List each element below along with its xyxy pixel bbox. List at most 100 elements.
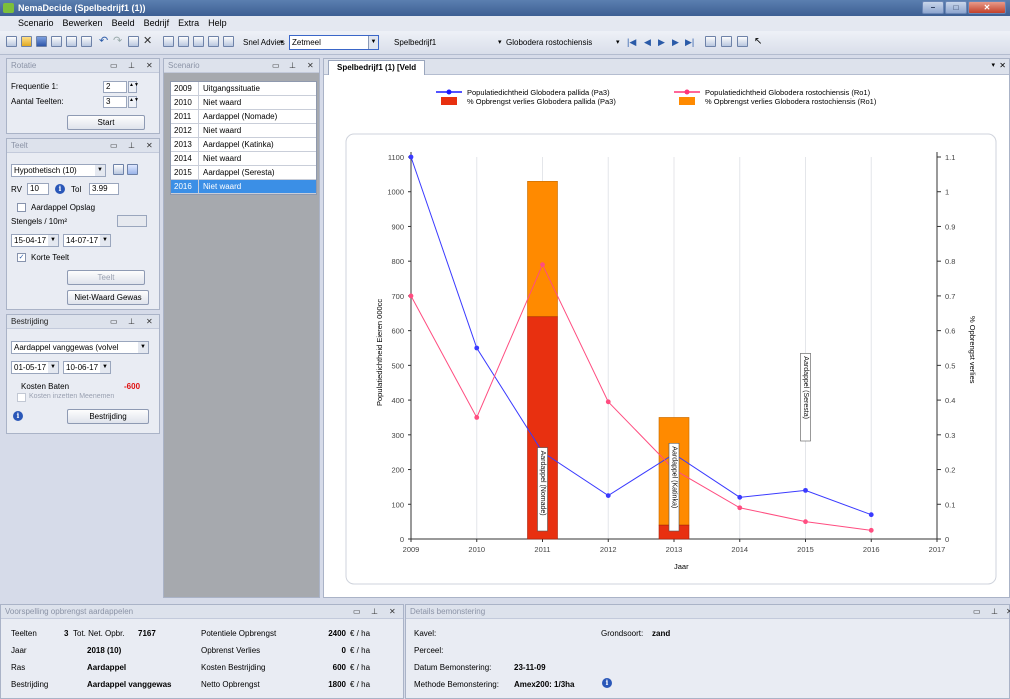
close-icon[interactable]: ✕ (999, 61, 1006, 70)
bar-chart-icon[interactable] (208, 36, 219, 47)
frequentie-input[interactable]: 2 (103, 81, 127, 93)
tol-input[interactable]: 3.99 (89, 183, 119, 195)
table-icon[interactable] (163, 36, 174, 47)
redo-icon[interactable]: ↷ (113, 34, 124, 47)
import-icon[interactable] (178, 36, 189, 47)
tab-list-icon[interactable]: ▾ (991, 61, 995, 69)
teelt-start-date[interactable]: 15-04-17 ▼ (11, 234, 59, 247)
close-button[interactable]: ✕ (968, 1, 1006, 14)
korte-teelt-checkbox[interactable]: ✓ (17, 253, 26, 262)
float-icon[interactable]: ▭ (110, 139, 118, 153)
delete-icon[interactable]: ✕ (143, 34, 154, 47)
chevron-down-icon[interactable]: ▾ (498, 38, 502, 46)
snel-advies-select[interactable]: Zetmeel ▼ (289, 35, 379, 50)
species-select[interactable]: Globodera rostochiensis (506, 38, 592, 47)
print-icon[interactable] (51, 36, 62, 47)
new-icon[interactable] (6, 36, 17, 47)
meenemen-checkbox[interactable] (17, 393, 26, 402)
chart-icon[interactable] (81, 36, 92, 47)
line-chart-icon[interactable] (193, 36, 204, 47)
bestrijding-end-date[interactable]: 10-06-17 ▼ (63, 361, 111, 374)
edit-icon[interactable] (705, 36, 716, 47)
report-icon[interactable] (721, 36, 732, 47)
menu-bedrijf[interactable]: Bedrijf (144, 16, 170, 31)
scenario-row[interactable]: 2012 Niet waard (171, 124, 316, 138)
pin-icon[interactable]: ⊥ (128, 315, 135, 329)
bestrijding-start-date[interactable]: 01-05-17 ▼ (11, 361, 59, 374)
float-icon[interactable]: ▭ (110, 59, 118, 73)
menu-scenario[interactable]: Scenario (18, 16, 54, 31)
menu-beeld[interactable]: Beeld (112, 16, 135, 31)
scenario-row[interactable]: 2013 Aardappel (Katinka) (171, 138, 316, 152)
float-icon[interactable]: ▭ (353, 605, 361, 619)
frequentie-spinner[interactable]: ▲▼ (128, 81, 139, 93)
scenario-row[interactable]: 2011 Aardappel (Nomade) (171, 110, 316, 124)
niet-waard-gewas-button[interactable]: Niet-Waard Gewas (67, 290, 149, 305)
pin-icon[interactable]: ⊥ (128, 59, 135, 73)
teelt-button[interactable]: Teelt (67, 270, 145, 285)
chevron-down-icon[interactable]: ▾ (616, 38, 620, 46)
bedrijf-select[interactable]: Spelbedrijf1 (394, 38, 436, 47)
aardappel-opslag-checkbox[interactable] (17, 203, 26, 212)
scenario-row[interactable]: 2014 Niet waard (171, 152, 316, 166)
bestrijding-method-select[interactable]: Aardappel vanggewas (volvel ▼ (11, 341, 149, 354)
search-ras-icon[interactable] (127, 164, 138, 175)
close-icon[interactable]: ✕ (146, 59, 153, 73)
teelt-panel: Teelt ▭ ⊥ ✕ Hypothetisch (10) ▼ RV 10 i Tol… (6, 138, 160, 310)
menu-bewerken[interactable]: Bewerken (63, 16, 103, 31)
info-icon[interactable]: i (602, 678, 612, 688)
copy-icon[interactable] (128, 36, 139, 47)
x-tick-label: 2013 (666, 545, 683, 554)
info-icon[interactable]: i (13, 411, 23, 421)
aantal-teelten-spinner[interactable]: ▲▼ (128, 96, 139, 108)
menu-help[interactable]: Help (208, 16, 227, 31)
scenario-row[interactable]: 2010 Niet waard (171, 96, 316, 110)
aantal-teelten-input[interactable]: 3 (103, 96, 127, 108)
pin-icon[interactable]: ⊥ (289, 59, 296, 73)
play-icon[interactable]: ▶ (658, 37, 665, 48)
dropdown-arrow-icon[interactable]: ▾ (280, 38, 284, 46)
previous-year-icon[interactable]: ◀ (644, 37, 651, 48)
maximize-button[interactable]: □ (945, 1, 967, 14)
scenario-title: Scenario (168, 61, 200, 70)
info-icon[interactable]: i (55, 184, 65, 194)
start-button[interactable]: Start (67, 115, 145, 130)
bestrijding-button[interactable]: Bestrijding (67, 409, 149, 424)
pin-icon[interactable]: ⊥ (128, 139, 135, 153)
undo-icon[interactable]: ↶ (99, 34, 110, 47)
settings-icon[interactable] (737, 36, 748, 47)
close-icon[interactable]: ✕ (146, 315, 153, 329)
close-icon[interactable]: ✕ (1006, 605, 1010, 619)
scenario-row[interactable]: 2015 Aardappel (Seresta) (171, 166, 316, 180)
legend: Populatiedichtheid Globodera pallida (Pa… (436, 88, 877, 106)
float-icon[interactable]: ▭ (973, 605, 981, 619)
pin-icon[interactable]: ⊥ (371, 605, 378, 619)
export-icon[interactable] (223, 36, 234, 47)
close-icon[interactable]: ✕ (307, 59, 314, 73)
point-rostochiensis (737, 505, 743, 511)
pin-icon[interactable]: ⊥ (991, 605, 998, 619)
float-icon[interactable]: ▭ (110, 315, 118, 329)
pointer-icon[interactable]: ↖ (754, 36, 762, 47)
close-icon[interactable]: ✕ (146, 139, 153, 153)
float-icon[interactable]: ▭ (272, 59, 280, 73)
menu-extra[interactable]: Extra (178, 16, 199, 31)
ras-select[interactable]: Hypothetisch (10) ▼ (11, 164, 106, 177)
x-tick-label: 2016 (863, 545, 880, 554)
scenario-row-selected[interactable]: 2016 Niet waard (171, 180, 316, 194)
grid-icon[interactable] (66, 36, 77, 47)
edit-ras-icon[interactable] (113, 164, 124, 175)
tab-spelbedrijf[interactable]: Spelbedrijf1 (1) [Veld (328, 60, 426, 75)
open-folder-icon[interactable] (21, 36, 32, 47)
save-icon[interactable] (36, 36, 47, 47)
scenario-row[interactable]: 2009 Uitgangssituatie (171, 82, 316, 96)
teelt-end-date[interactable]: 14-07-17 ▼ (63, 234, 111, 247)
rv-input[interactable]: 10 (27, 183, 49, 195)
stengels-input[interactable] (117, 215, 147, 227)
next-year-icon[interactable]: ▶ (672, 37, 679, 48)
close-icon[interactable]: ✕ (389, 605, 396, 619)
minimize-button[interactable]: – (922, 1, 944, 14)
last-year-icon[interactable]: ▶| (685, 37, 694, 48)
y2-tick-label: 0.3 (945, 431, 955, 440)
first-year-icon[interactable]: |◀ (627, 37, 636, 48)
